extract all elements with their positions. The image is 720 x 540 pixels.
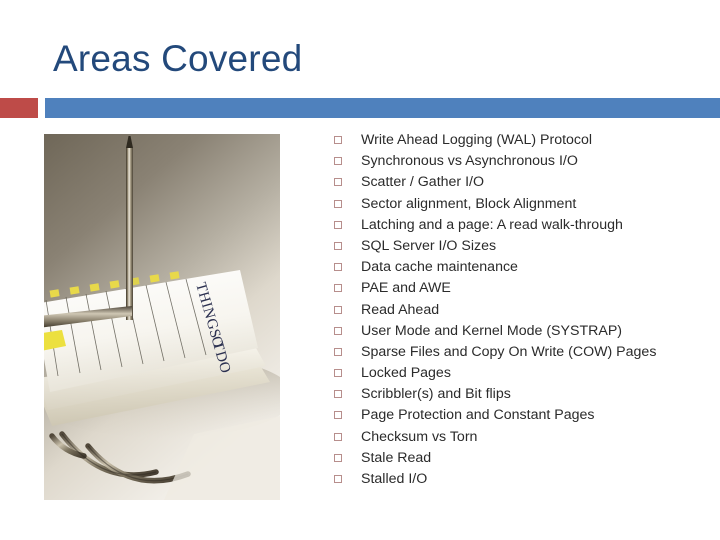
list-item-label: Latching and a page: A read walk-through bbox=[361, 216, 623, 233]
list-item-label: Sector alignment, Block Alignment bbox=[361, 195, 577, 212]
list-item[interactable]: Scatter / Gather I/O bbox=[330, 173, 718, 194]
square-bullet-icon bbox=[334, 263, 342, 272]
square-bullet-icon bbox=[334, 220, 342, 229]
list-item[interactable]: Sparse Files and Copy On Write (COW) Pag… bbox=[330, 343, 718, 364]
square-bullet-icon bbox=[334, 432, 342, 441]
list-item-label: PAE and AWE bbox=[361, 280, 451, 297]
square-bullet-icon bbox=[334, 475, 342, 483]
list-item[interactable]: Synchronous vs Asynchronous I/O bbox=[330, 152, 718, 173]
list-item[interactable]: Locked Pages bbox=[330, 364, 718, 385]
slide: Areas Covered THINGS T O DO Write Ahead … bbox=[0, 0, 720, 540]
square-bullet-icon bbox=[334, 136, 342, 144]
list-item-label: SQL Server I/O Sizes bbox=[361, 237, 497, 254]
square-bullet-icon bbox=[334, 369, 342, 378]
list-item[interactable]: Latching and a page: A read walk-through bbox=[330, 216, 718, 237]
square-bullet-icon bbox=[334, 411, 342, 420]
list-item-label: Sparse Files and Copy On Write (COW) Pag… bbox=[361, 343, 657, 360]
square-bullet-icon bbox=[334, 157, 342, 166]
list-item[interactable]: SQL Server I/O Sizes bbox=[330, 237, 718, 258]
square-bullet-icon bbox=[334, 284, 342, 293]
square-bullet-icon bbox=[334, 241, 342, 250]
list-item-label: Data cache maintenance bbox=[361, 259, 518, 276]
list-item-label: User Mode and Kernel Mode (SYSTRAP) bbox=[361, 322, 623, 339]
list-item-label: Page Protection and Constant Pages bbox=[361, 407, 595, 424]
list-item-label: Write Ahead Logging (WAL) Protocol bbox=[361, 132, 593, 148]
list-item-label: Read Ahead bbox=[361, 301, 440, 318]
list-item[interactable]: Stale Read bbox=[330, 449, 718, 470]
square-bullet-icon bbox=[334, 178, 342, 187]
square-bullet-icon bbox=[334, 453, 342, 462]
list-item-label: Synchronous vs Asynchronous I/O bbox=[361, 153, 578, 170]
areas-covered-list: Write Ahead Logging (WAL) Protocol Synch… bbox=[330, 131, 718, 491]
list-item-label: Stale Read bbox=[361, 449, 432, 466]
list-item[interactable]: Data cache maintenance bbox=[330, 258, 718, 279]
square-bullet-icon bbox=[334, 347, 342, 356]
list-item[interactable]: User Mode and Kernel Mode (SYSTRAP) bbox=[330, 322, 718, 343]
square-bullet-icon bbox=[334, 305, 342, 314]
list-item-label: Scribbler(s) and Bit flips bbox=[361, 386, 511, 403]
title-rule-blue bbox=[45, 98, 720, 118]
list-item-label: Stalled I/O bbox=[361, 471, 428, 487]
list-item[interactable]: Write Ahead Logging (WAL) Protocol bbox=[330, 131, 718, 152]
title-rule-red bbox=[0, 98, 38, 118]
square-bullet-icon bbox=[334, 390, 342, 399]
list-item[interactable]: Page Protection and Constant Pages bbox=[330, 406, 718, 427]
square-bullet-icon bbox=[334, 326, 342, 335]
notepad-photo: THINGS T O DO bbox=[44, 134, 280, 500]
list-item[interactable]: Sector alignment, Block Alignment bbox=[330, 195, 718, 216]
list-item-label: Scatter / Gather I/O bbox=[361, 174, 485, 191]
list-item[interactable]: Scribbler(s) and Bit flips bbox=[330, 385, 718, 406]
list-item[interactable]: Checksum vs Torn bbox=[330, 428, 718, 449]
list-item[interactable]: PAE and AWE bbox=[330, 279, 718, 300]
square-bullet-icon bbox=[334, 199, 342, 208]
list-item[interactable]: Stalled I/O bbox=[330, 470, 718, 491]
list-item-label: Locked Pages bbox=[361, 365, 451, 382]
list-item-label: Checksum vs Torn bbox=[361, 428, 478, 445]
list-item[interactable]: Read Ahead bbox=[330, 301, 718, 322]
page-title: Areas Covered bbox=[53, 38, 303, 79]
